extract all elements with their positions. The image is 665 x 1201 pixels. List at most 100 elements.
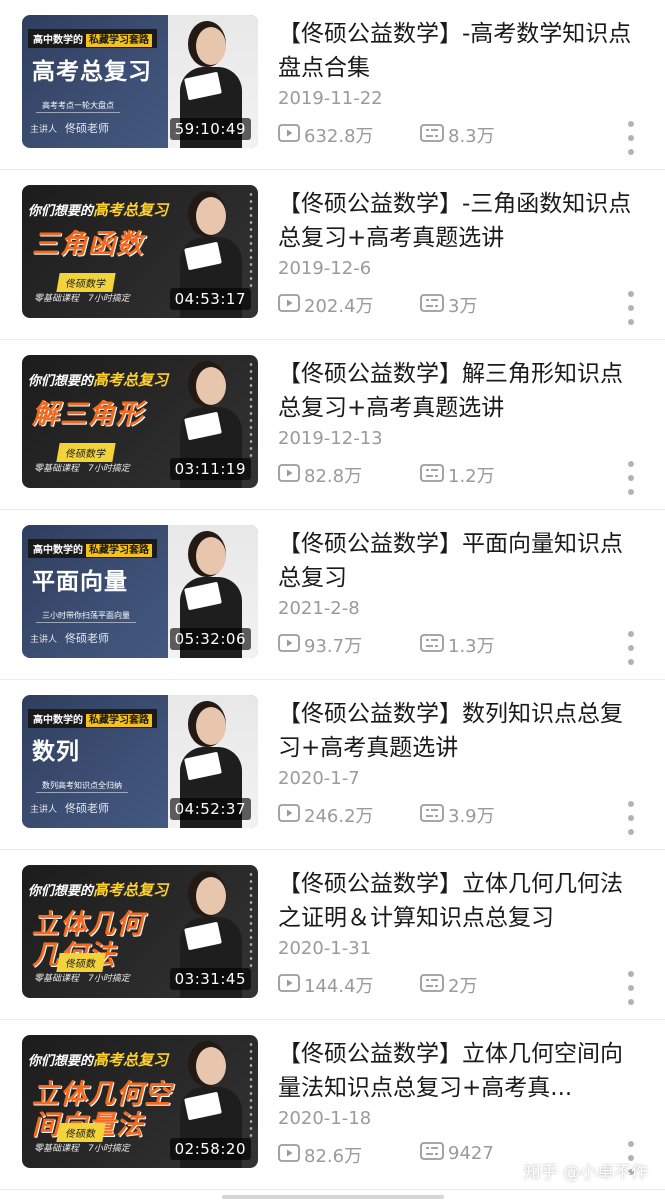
- video-title[interactable]: 【佟硕公益数学】立体几何空间向量法知识点总复习+高考真...: [278, 1037, 634, 1105]
- video-thumbnail[interactable]: 高中数学的 私藏学习套路 高考总复习 高考考点一轮大盘点 主讲人 佟硕老师 59:1…: [22, 15, 258, 148]
- cover-headline: 高中数学的 私藏学习套路: [28, 29, 157, 48]
- video-duration: 03:11:19: [169, 458, 251, 480]
- publish-date: 2020-1-7: [278, 768, 360, 789]
- danmaku-count-icon: [420, 633, 448, 657]
- video-title[interactable]: 【佟硕公益数学】-高考数学知识点盘点合集: [278, 17, 634, 85]
- video-title[interactable]: 【佟硕公益数学】数列知识点总复习+高考真题选讲: [278, 697, 634, 765]
- video-thumbnail[interactable]: 你们想要的高考总复习 解三角形 佟硕数学 零基础课程 7小时搞定 03:11:1…: [22, 355, 258, 488]
- danmaku-count-value: 2万: [448, 976, 478, 997]
- cover-topic: 解三角形: [32, 399, 144, 430]
- play-count-icon: [278, 633, 304, 657]
- danmaku-count-icon: [420, 973, 448, 997]
- danmaku-count: 3万: [420, 292, 477, 318]
- more-vertical-icon[interactable]: [624, 121, 638, 155]
- danmaku-count-icon: [420, 803, 448, 827]
- video-title[interactable]: 【佟硕公益数学】立体几何几何法之证明＆计算知识点总复习: [278, 867, 634, 935]
- cover-footer: 主讲人 佟硕老师: [30, 122, 110, 135]
- danmaku-count-value: 3.9万: [448, 806, 495, 827]
- cover-headline-highlight: 高考总复习: [93, 1051, 169, 1069]
- cover-topic: 三角函数: [32, 229, 144, 260]
- video-list-item[interactable]: 你们想要的高考总复习 三角函数 佟硕数学 零基础课程 7小时搞定 04:53:1…: [0, 170, 665, 340]
- view-count-value: 82.6万: [304, 1146, 363, 1167]
- cover-footer: 零基础课程 7小时搞定: [34, 974, 130, 984]
- danmaku-count-icon: [420, 1142, 448, 1165]
- danmaku-count-value: 1.3万: [448, 636, 495, 657]
- danmaku-count-value: 8.3万: [448, 126, 495, 147]
- video-title[interactable]: 【佟硕公益数学】平面向量知识点总复习: [278, 527, 634, 595]
- play-count-icon: [278, 973, 304, 997]
- publish-date: 2020-1-31: [278, 938, 372, 959]
- publish-date: 2021-2-8: [278, 598, 360, 619]
- more-vertical-icon[interactable]: [624, 971, 638, 1005]
- view-count: 82.8万: [278, 462, 362, 488]
- cover-topic: 平面向量: [32, 569, 128, 595]
- cover-subtitle: 数列高考知识点全归纳: [36, 779, 128, 793]
- cover-headline: 你们想要的高考总复习: [28, 371, 169, 389]
- cover-headline-highlight: 高考总复习: [93, 201, 169, 219]
- view-count-value: 202.4万: [304, 296, 374, 317]
- view-count: 144.4万: [278, 972, 374, 998]
- view-count-value: 246.2万: [304, 806, 374, 827]
- video-list-item[interactable]: 你们想要的高考总复习 解三角形 佟硕数学 零基础课程 7小时搞定 03:11:1…: [0, 340, 665, 510]
- danmaku-count: 2万: [420, 972, 477, 998]
- view-count: 632.8万: [278, 122, 374, 148]
- cover-topic: 高考总复习: [32, 59, 152, 85]
- cover-subtitle: 佟硕数: [56, 953, 106, 972]
- home-indicator[interactable]: [222, 1195, 444, 1199]
- video-thumbnail[interactable]: 高中数学的 私藏学习套路 数列 数列高考知识点全归纳 主讲人 佟硕老师 04:52:…: [22, 695, 258, 828]
- dot-pattern-decoration: [248, 871, 254, 971]
- danmaku-count-icon: [420, 463, 448, 487]
- cover-presenter: 佟硕老师: [65, 122, 110, 135]
- view-count-value: 144.4万: [304, 976, 374, 997]
- danmaku-count: 9427: [420, 1142, 494, 1165]
- video-duration: 04:53:17: [169, 288, 251, 310]
- cover-subtitle: 三小时带你扫荡平面向量: [36, 609, 136, 623]
- cover-headline-highlight: 私藏学习套路: [86, 714, 152, 727]
- video-title[interactable]: 【佟硕公益数学】解三角形知识点总复习+高考真题选讲: [278, 357, 634, 425]
- view-count: 202.4万: [278, 292, 374, 318]
- danmaku-count: 8.3万: [420, 122, 495, 148]
- dot-pattern-decoration: [248, 191, 254, 291]
- cover-headline-highlight: 高考总复习: [93, 881, 169, 899]
- danmaku-count-icon: [420, 123, 448, 147]
- play-count-icon: [278, 293, 304, 317]
- video-thumbnail[interactable]: 你们想要的高考总复习 立体几何空 间向量法 佟硕数 零基础课程 7小时搞定 02…: [22, 1035, 258, 1168]
- danmaku-count-value: 3万: [448, 296, 478, 317]
- video-list-item[interactable]: 高中数学的 私藏学习套路 数列 数列高考知识点全归纳 主讲人 佟硕老师 04:52:…: [0, 680, 665, 850]
- publish-date: 2020-1-18: [278, 1108, 372, 1129]
- cover-presenter: 佟硕老师: [65, 802, 110, 815]
- cover-headline-highlight: 高考总复习: [93, 371, 169, 389]
- publish-date: 2019-12-6: [278, 258, 372, 279]
- cover-topic: 数列: [32, 739, 80, 765]
- danmaku-count-value: 1.2万: [448, 466, 495, 487]
- more-vertical-icon[interactable]: [624, 631, 638, 665]
- danmaku-count: 3.9万: [420, 802, 495, 828]
- cover-headline: 你们想要的高考总复习: [28, 201, 169, 219]
- cover-subtitle: 佟硕数学: [56, 443, 116, 462]
- cover-footer: 主讲人 佟硕老师: [30, 802, 110, 815]
- zhihu-watermark: 知乎 @小卓不作: [523, 1163, 648, 1183]
- cover-headline: 高中数学的 私藏学习套路: [28, 539, 157, 558]
- video-duration: 05:32:06: [169, 628, 251, 650]
- cover-headline: 你们想要的高考总复习: [28, 1051, 169, 1069]
- dot-pattern-decoration: [248, 1041, 254, 1141]
- cover-presenter: 佟硕老师: [65, 632, 110, 645]
- video-thumbnail[interactable]: 你们想要的高考总复习 三角函数 佟硕数学 零基础课程 7小时搞定 04:53:1…: [22, 185, 258, 318]
- view-count-value: 93.7万: [304, 636, 363, 657]
- play-count-icon: [278, 463, 304, 487]
- video-list-item[interactable]: 你们想要的高考总复习 立体几何 几何法 佟硕数 零基础课程 7小时搞定 03:3…: [0, 850, 665, 1020]
- view-count: 93.7万: [278, 632, 362, 658]
- more-vertical-icon[interactable]: [624, 461, 638, 495]
- video-list-item[interactable]: 高中数学的 私藏学习套路 平面向量 三小时带你扫荡平面向量 主讲人 佟硕老师 05:…: [0, 510, 665, 680]
- video-title[interactable]: 【佟硕公益数学】-三角函数知识点总复习+高考真题选讲: [278, 187, 634, 255]
- video-thumbnail[interactable]: 你们想要的高考总复习 立体几何 几何法 佟硕数 零基础课程 7小时搞定 03:3…: [22, 865, 258, 998]
- video-list-item[interactable]: 高中数学的 私藏学习套路 高考总复习 高考考点一轮大盘点 主讲人 佟硕老师 59:1…: [0, 0, 665, 170]
- video-thumbnail[interactable]: 高中数学的 私藏学习套路 平面向量 三小时带你扫荡平面向量 主讲人 佟硕老师 05:…: [22, 525, 258, 658]
- cover-footer: 零基础课程 7小时搞定: [34, 464, 130, 474]
- video-duration: 02:58:20: [169, 1138, 251, 1160]
- video-duration: 03:31:45: [169, 968, 251, 990]
- play-count-icon: [278, 803, 304, 827]
- cover-headline-highlight: 私藏学习套路: [86, 34, 152, 47]
- more-vertical-icon[interactable]: [624, 291, 638, 325]
- more-vertical-icon[interactable]: [624, 801, 638, 835]
